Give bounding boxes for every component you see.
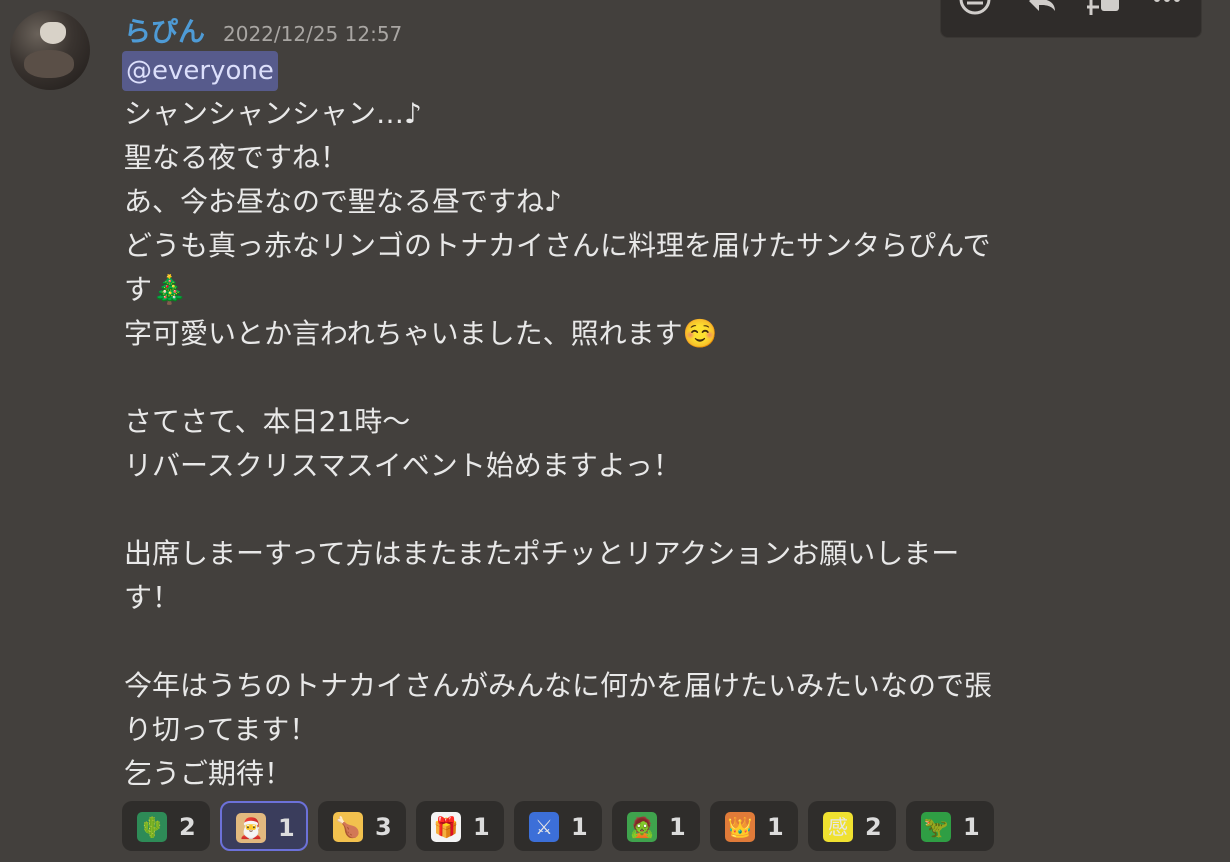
reaction-custom-emoji-f[interactable]: 🦖 1 (906, 801, 994, 851)
timestamp: 2022/12/25 12:57 (223, 22, 403, 46)
reaction-cactus-emoji[interactable]: 🌵 2 (122, 801, 210, 851)
custom-emoji-d-icon: 🧟 (627, 812, 657, 842)
username[interactable]: らぴん (124, 10, 205, 49)
santa-emoji-icon: 🎅 (236, 813, 266, 843)
custom-emoji-e-icon: 👑 (725, 812, 755, 842)
cactus-emoji-icon: 🌵 (137, 812, 167, 842)
reaction-count: 1 (767, 813, 784, 841)
avatar[interactable] (10, 10, 90, 90)
custom-emoji-f-icon: 🦖 (921, 812, 951, 842)
reaction-count: 1 (571, 813, 588, 841)
reaction-count: 1 (963, 813, 980, 841)
reaction-custom-emoji-a[interactable]: 🍗 3 (318, 801, 406, 851)
reaction-count: 3 (375, 813, 392, 841)
reaction-santa-emoji[interactable]: 🎅 1 (220, 801, 308, 851)
more-icon[interactable] (1147, 0, 1187, 23)
reaction-count: 2 (865, 813, 882, 841)
reaction-custom-emoji-c[interactable]: ⚔ 1 (514, 801, 602, 851)
message-header: らぴん 2022/12/25 12:57 (124, 10, 403, 49)
reaction-custom-emoji-b[interactable]: 🎁 1 (416, 801, 504, 851)
create-thread-icon[interactable] (1085, 0, 1125, 23)
message-toolbar (940, 0, 1202, 38)
reaction-count: 1 (278, 814, 295, 842)
custom-emoji-b-icon: 🎁 (431, 812, 461, 842)
custom-emoji-c-icon: ⚔ (529, 812, 559, 842)
avatar-cat-head (40, 22, 66, 44)
reaction-kansha-emoji[interactable]: 感2 (808, 801, 896, 851)
avatar-cat-body (24, 50, 74, 78)
add-reaction-icon[interactable] (955, 0, 995, 23)
custom-emoji-a-icon: 🍗 (333, 812, 363, 842)
kansha-emoji-icon: 感 (823, 812, 853, 842)
message-content: シャンシャンシャン…♪ 聖なる夜ですね！ あ、今お昼なので聖なる昼ですね♪ どう… (124, 97, 993, 790)
reaction-custom-emoji-e[interactable]: 👑 1 (710, 801, 798, 851)
everyone-mention[interactable]: @everyone (122, 51, 278, 91)
reply-icon[interactable] (1021, 0, 1061, 23)
reaction-count: 1 (669, 813, 686, 841)
reaction-count: 1 (473, 813, 490, 841)
reaction-count: 2 (179, 813, 196, 841)
message: らぴん 2022/12/25 12:57 @everyone シャンシャンシャン… (0, 0, 1230, 862)
reaction-custom-emoji-d[interactable]: 🧟 1 (612, 801, 700, 851)
